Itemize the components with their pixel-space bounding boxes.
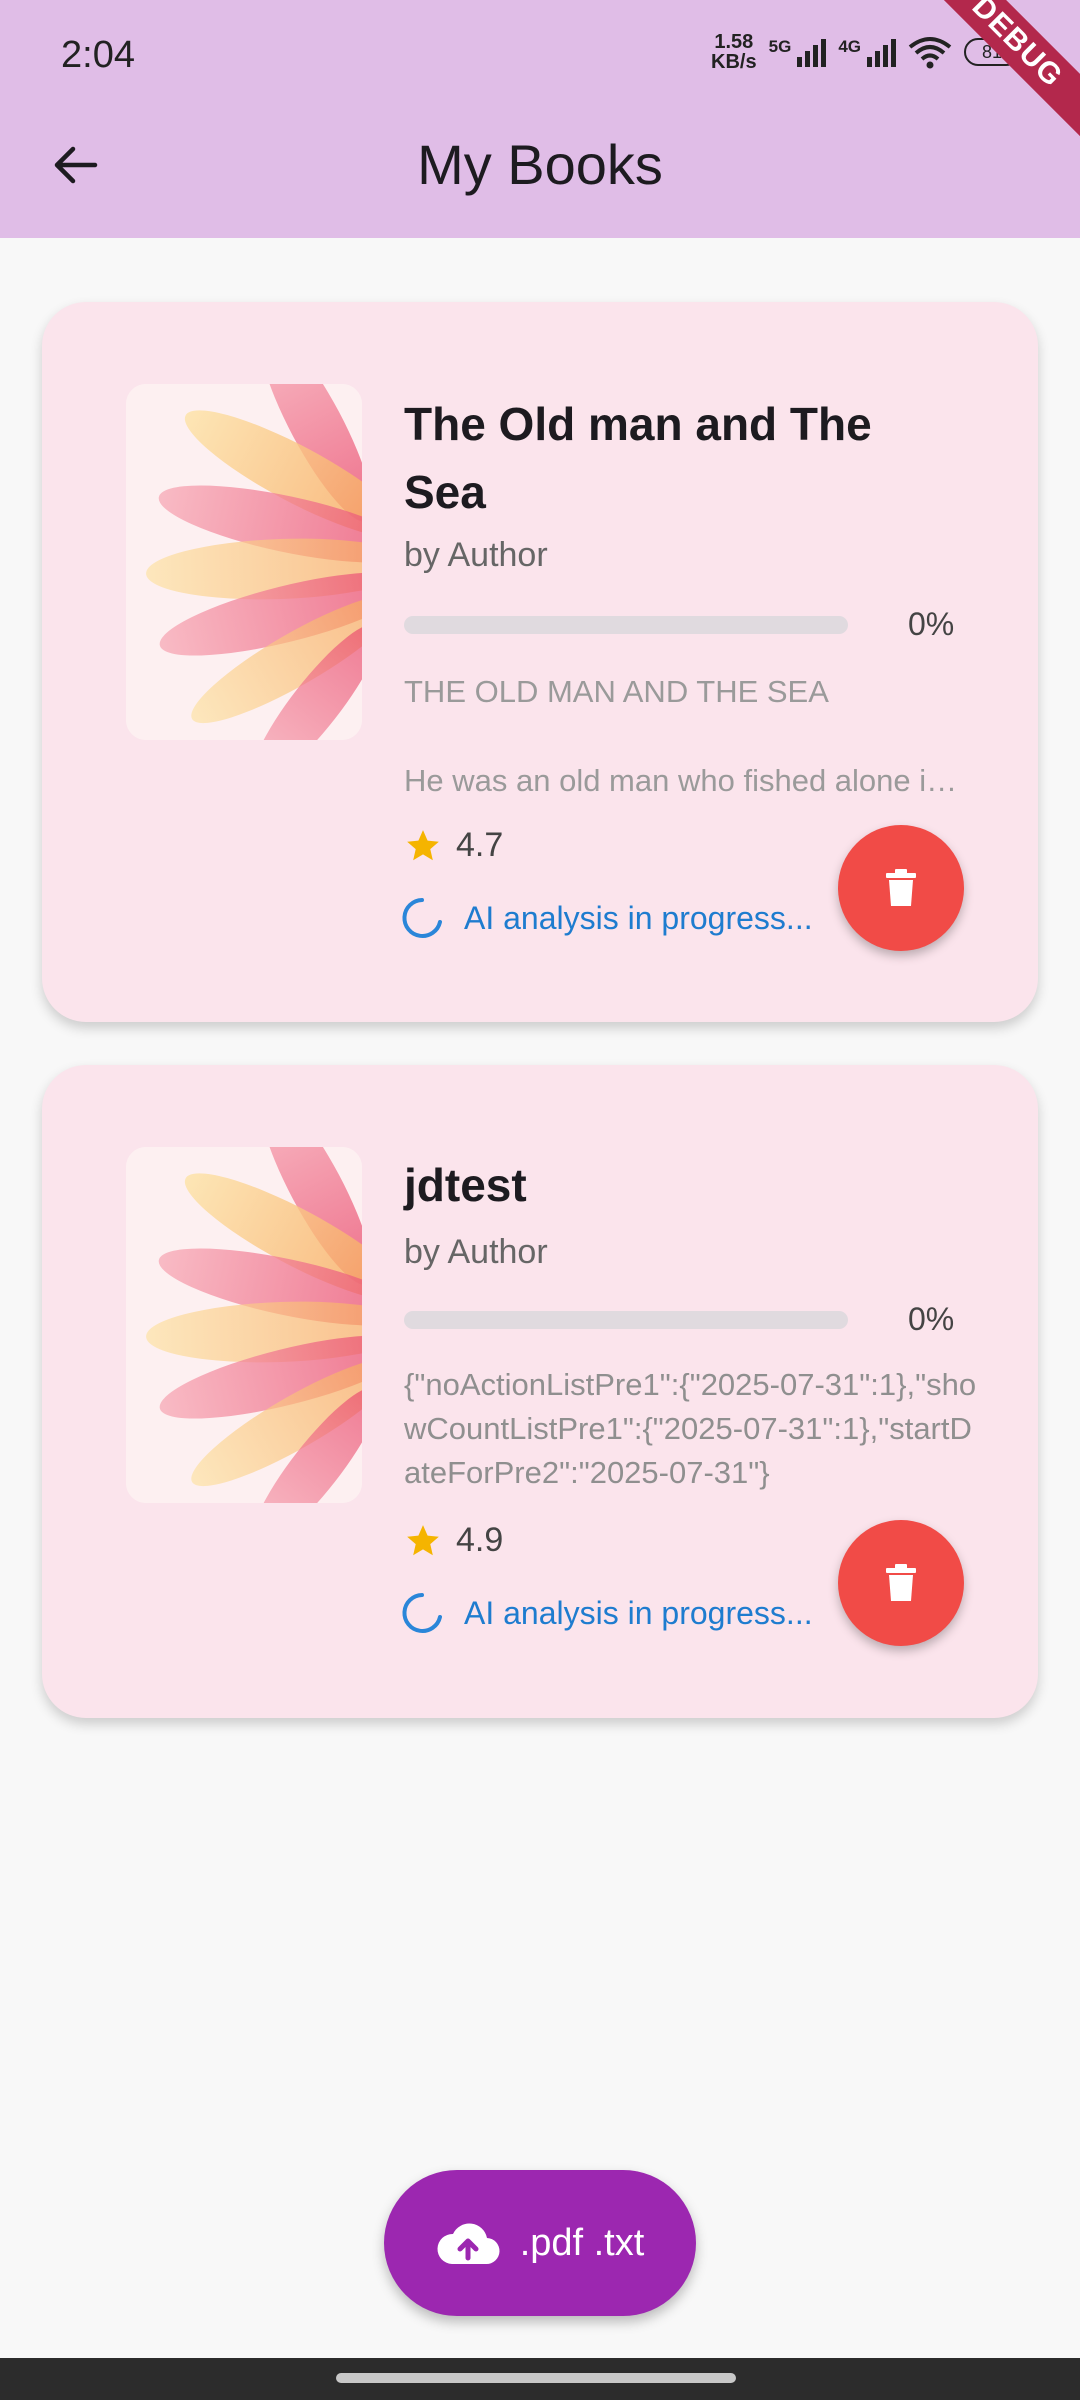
ai-analysis-status: AI analysis in progress...	[400, 1591, 813, 1635]
ai-analysis-label: AI analysis in progress...	[464, 899, 813, 936]
wifi-icon	[908, 37, 952, 69]
book-rating: 4.7	[404, 826, 503, 865]
rating-value: 4.9	[456, 1521, 504, 1559]
book-cover-image	[126, 1147, 362, 1503]
network-speed: 1.58 KB/s	[711, 32, 757, 72]
star-icon	[407, 829, 439, 860]
book-title: jdtest	[404, 1159, 527, 1211]
book-rating: 4.9	[404, 1521, 503, 1560]
network-speed-unit: KB/s	[711, 51, 757, 73]
system-navigation-bar	[0, 2358, 1080, 2400]
book-card[interactable]: The Old man and The Sea by Author 0% THE…	[42, 302, 1038, 1022]
upload-button-label: .pdf .txt	[519, 2221, 645, 2264]
book-author: by Author	[404, 536, 548, 574]
loading-spinner-icon	[402, 1593, 442, 1633]
cloud-upload-icon	[437, 2223, 500, 2265]
delete-book-button[interactable]	[838, 825, 964, 951]
trash-icon	[886, 1564, 916, 1601]
signal-icon-sim2: 4G	[838, 37, 896, 67]
home-gesture-handle[interactable]	[336, 2373, 736, 2383]
book-title: The Old man and The Sea	[404, 398, 872, 518]
reading-progress-label: 0%	[908, 606, 955, 642]
reading-progress-bar	[404, 1311, 848, 1329]
book-author: by Author	[404, 1233, 548, 1271]
rating-value: 4.7	[456, 826, 504, 864]
book-snippet: {"noActionListPre1":{"2025-07-31":1},"sh…	[404, 1367, 977, 1490]
trash-icon	[886, 869, 916, 906]
status-icons: 1.58 KB/s 5G 4G 81	[711, 32, 1020, 72]
page-title: My Books	[417, 133, 663, 196]
ai-analysis-status: AI analysis in progress...	[400, 896, 813, 940]
star-icon	[407, 1524, 439, 1555]
reading-progress-bar	[404, 616, 848, 634]
reading-progress-label: 0%	[908, 1301, 955, 1337]
upload-book-button[interactable]: .pdf .txt	[384, 2170, 696, 2316]
ai-analysis-label: AI analysis in progress...	[464, 1594, 813, 1631]
book-snippet-heading: THE OLD MAN AND THE SEA	[404, 674, 829, 709]
sim1-network-type: 5G	[768, 37, 792, 56]
debug-banner: DEBUG	[913, 0, 1080, 146]
book-card[interactable]: jdtest by Author 0% {"noActionListPre1":…	[42, 1065, 1038, 1718]
signal-icon-sim1: 5G	[769, 37, 827, 67]
book-snippet: He was an old man who fished alone in a …	[404, 763, 974, 798]
app-bar: 2:04 1.58 KB/s 5G 4G 81 DEBUG My Books	[0, 0, 1080, 238]
delete-book-button[interactable]	[838, 1520, 964, 1646]
book-cover-image	[126, 384, 362, 740]
loading-spinner-icon	[402, 898, 442, 938]
network-speed-value: 1.58	[714, 31, 754, 53]
status-time: 2:04	[61, 34, 135, 76]
sim2-network-type: 4G	[838, 37, 861, 56]
